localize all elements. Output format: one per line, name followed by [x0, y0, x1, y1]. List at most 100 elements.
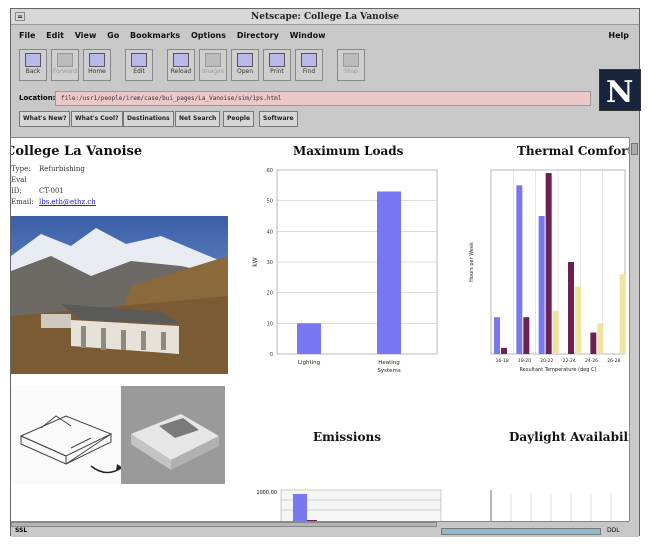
max-loads-chart: 0 10 20 30 40 50 60 kW Lighting Heating Systems — [252, 168, 438, 374]
page-title: College La Vanoise — [11, 144, 143, 159]
menu-bookmarks[interactable]: Bookmarks — [130, 28, 180, 44]
loads-y-axis-label: kW — [252, 257, 259, 266]
thermal-x-axis-label: Resultant Temperature (deg C) — [520, 367, 597, 373]
whats-cool-button[interactable]: What's Cool? — [71, 111, 123, 127]
thermal-bar-s1-c1 — [523, 317, 530, 354]
net-search-button[interactable]: Net Search — [175, 111, 221, 127]
mail-status[interactable]: DDL — [607, 527, 620, 534]
loads-ytick-label: 20 — [267, 291, 273, 297]
loads-ytick-label: 0 — [270, 352, 273, 358]
thermal-bar-s1-c4 — [590, 332, 597, 354]
thermal-bar-s0-c2 — [538, 216, 545, 354]
people-button[interactable]: People — [223, 111, 255, 127]
window-menu-button[interactable]: = — [15, 12, 25, 21]
security-lock-icon[interactable]: SSL — [15, 527, 27, 534]
vertical-scrollbar[interactable] — [629, 137, 639, 521]
forward-button[interactable]: Forward — [51, 49, 79, 81]
loads-ytick-label: 40 — [267, 229, 273, 235]
location-label: Location: — [19, 94, 56, 102]
emissions-bar — [293, 494, 307, 521]
reload-icon — [173, 53, 189, 67]
info-row: Type: Refurbishing — [11, 165, 85, 173]
building-photo — [11, 216, 228, 374]
loads-ytick-label: 10 — [267, 321, 273, 327]
emissions-chart: 1000.00 — [256, 489, 442, 521]
home-button[interactable]: Home — [83, 49, 111, 81]
progress-bar — [441, 528, 601, 535]
emissions-ytick-label: 1000.00 — [256, 490, 277, 496]
page-content: College La Vanoise Type: Refurbishing Eva… — [11, 137, 629, 521]
print-icon — [269, 53, 285, 67]
email-link[interactable]: lbs.eth@ethz.ch — [39, 198, 96, 206]
title-bar[interactable]: = Netscape: College La Vanoise — [11, 9, 639, 25]
open-button[interactable]: Open — [231, 49, 259, 81]
info-row: Email: lbs.eth@ethz.ch — [11, 198, 96, 206]
loads-xtick-label: Systems — [377, 368, 401, 374]
software-button[interactable]: Software — [259, 111, 298, 127]
images-icon — [205, 53, 221, 67]
netscape-n-icon: N — [606, 75, 634, 110]
menu-bar: File Edit View Go Bookmarks Options Dire… — [11, 28, 639, 44]
thermal-bar-s1-c3 — [568, 262, 574, 354]
destinations-button[interactable]: Destinations — [123, 111, 174, 127]
window-title: Netscape: College La Vanoise — [251, 12, 399, 22]
thermal-y-axis-label: Hours per Week — [469, 242, 475, 282]
thermal-xtick-label: 24-26 — [585, 358, 598, 364]
info-block: Type: Refurbishing Eval ID: CT-001 Email: l… — [11, 164, 96, 208]
images-button[interactable]: Images — [199, 49, 227, 81]
find-icon — [301, 53, 317, 67]
location-bar: Location: file:/usr1/people/irem/case/bu… — [19, 91, 593, 107]
menu-file[interactable]: File — [19, 28, 35, 44]
location-input[interactable]: file:/usr1/people/irem/case/bui_pages/La… — [55, 91, 591, 106]
status-bar: SSL DDL — [11, 527, 639, 537]
thermal-bar-s1-c0 — [501, 347, 507, 354]
menu-view[interactable]: View — [75, 28, 97, 44]
loads-bar-0 — [297, 323, 321, 354]
info-row: Eval ID: CT-001 — [11, 176, 64, 195]
netscape-logo[interactable]: N — [599, 69, 641, 111]
open-icon — [237, 53, 253, 67]
thermal-bar-s2-c4 — [597, 323, 604, 354]
thermal-xtick-label: 18-20 — [518, 358, 531, 364]
thermal-bar-s2-c3 — [575, 286, 581, 354]
thermal-bar-s2-c5 — [619, 274, 626, 354]
thermal-bar-s0-c0 — [494, 317, 500, 354]
print-button[interactable]: Print — [263, 49, 291, 81]
loads-xtick-label: Lighting — [298, 360, 320, 366]
home-icon — [89, 53, 105, 67]
thermal-xtick-label: 22-24 — [563, 358, 576, 364]
stop-button[interactable]: Stop — [337, 49, 365, 81]
thermal-bar-s1-c2 — [545, 173, 552, 354]
menu-options[interactable]: Options — [191, 28, 226, 44]
daylight-title: Daylight Availability — [509, 430, 629, 444]
menu-go[interactable]: Go — [107, 28, 119, 44]
whats-new-button[interactable]: What's New? — [19, 111, 71, 127]
back-arrow-icon — [25, 53, 41, 67]
thermal-xtick-label: 16-18 — [496, 358, 509, 364]
forward-arrow-icon — [57, 53, 73, 67]
edit-icon — [131, 53, 147, 67]
menu-edit[interactable]: Edit — [46, 28, 64, 44]
find-button[interactable]: Find — [295, 49, 323, 81]
thermal-bar-s0-c1 — [516, 185, 523, 354]
building-sketches — [11, 386, 225, 484]
emissions-title: Emissions — [313, 430, 381, 444]
reload-button[interactable]: Reload — [167, 49, 195, 81]
thermal-xtick-label: 26-28 — [607, 358, 620, 364]
loads-ytick-label: 60 — [267, 168, 273, 174]
menu-help[interactable]: Help — [608, 28, 629, 44]
loads-xtick-label: Heating — [378, 360, 400, 366]
thermal-comfort-title: Thermal Comfort — [517, 144, 629, 158]
thermal-bar-s2-c2 — [552, 311, 559, 354]
loads-ytick-label: 30 — [267, 260, 273, 266]
thermal-comfort-chart: 16-18 18-20 20-22 22-24 24-26 26-28 Resultant … — [469, 169, 626, 373]
back-button[interactable]: Back — [19, 49, 47, 81]
loads-ytick-label: 50 — [267, 199, 273, 205]
menu-directory[interactable]: Directory — [237, 28, 279, 44]
thermal-xtick-label: 20-22 — [540, 358, 553, 364]
vertical-scroll-thumb[interactable] — [631, 143, 638, 155]
stop-icon — [343, 53, 359, 67]
loads-bar-1 — [377, 191, 401, 354]
menu-window[interactable]: Window — [290, 28, 326, 44]
edit-button[interactable]: Edit — [125, 49, 153, 81]
